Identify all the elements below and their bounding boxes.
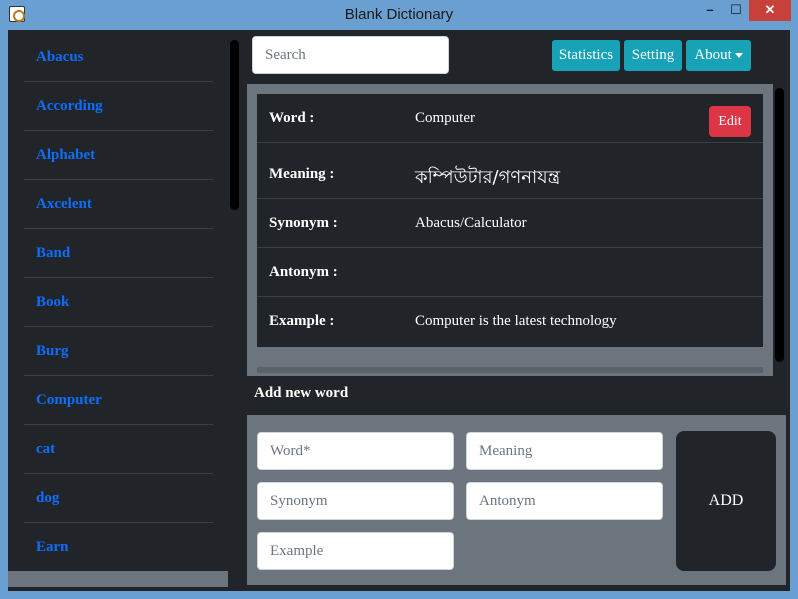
word-link[interactable]: According	[36, 98, 103, 114]
row-label: Example :	[269, 313, 335, 329]
add-word-form: ADD	[247, 415, 786, 585]
list-item[interactable]: Book	[24, 278, 213, 327]
list-item[interactable]: Axcelent	[24, 180, 213, 229]
row-value: Abacus/Calculator	[415, 215, 527, 231]
about-label: About	[694, 47, 732, 63]
app-client-area: Abacus According Alphabet Axcelent Band …	[8, 30, 790, 591]
row-value: Computer	[415, 110, 475, 126]
word-link[interactable]: dog	[36, 490, 59, 506]
window-title: Blank Dictionary	[344, 6, 454, 23]
row-label: Synonym :	[269, 215, 338, 231]
minimize-button[interactable]: –	[697, 0, 723, 21]
sidebar-scroll-thumb[interactable]	[230, 40, 239, 210]
word-list: Abacus According Alphabet Axcelent Band …	[24, 33, 213, 572]
word-detail-table: Word : Computer Edit Meaning : কম্পিউটার…	[257, 94, 763, 347]
word-detail-panel: Word : Computer Edit Meaning : কম্পিউটার…	[247, 84, 786, 376]
word-link[interactable]: Alphabet	[36, 147, 95, 163]
example-field[interactable]	[257, 532, 454, 570]
table-row: Synonym : Abacus/Calculator	[257, 199, 763, 248]
table-row: Example : Computer is the latest technol…	[257, 297, 763, 346]
word-link[interactable]: Book	[36, 294, 69, 310]
word-link[interactable]: Computer	[36, 392, 102, 408]
row-value: Computer is the latest technology	[415, 313, 617, 329]
list-item[interactable]: Band	[24, 229, 213, 278]
title-bar: Blank Dictionary – ☐ ✕	[0, 0, 798, 30]
edit-button[interactable]: Edit	[709, 106, 751, 137]
maximize-button[interactable]: ☐	[723, 0, 749, 21]
detail-scrollbar[interactable]	[773, 84, 786, 376]
setting-button[interactable]: Setting	[624, 40, 682, 71]
list-item[interactable]: Alphabet	[24, 131, 213, 180]
row-value: কম্পিউটার/গণনাযন্ত্র	[415, 167, 561, 188]
sidebar-scrollbar[interactable]	[228, 32, 240, 577]
caret-down-icon	[734, 53, 743, 59]
table-row: Meaning : কম্পিউটার/গণনাযন্ত্র	[257, 150, 763, 199]
table-row: Antonym :	[257, 248, 763, 297]
word-link[interactable]: Band	[36, 245, 70, 261]
detail-scroll-thumb[interactable]	[775, 88, 784, 362]
meaning-field[interactable]	[466, 432, 663, 470]
about-dropdown-button[interactable]: About	[686, 40, 751, 71]
word-link[interactable]: Burg	[36, 343, 69, 359]
antonym-field[interactable]	[466, 482, 663, 520]
list-item[interactable]: dog	[24, 474, 213, 523]
row-label: Word :	[269, 110, 315, 126]
add-word-heading: Add new word	[254, 385, 349, 401]
word-link[interactable]: cat	[36, 441, 55, 457]
sidebar-horizontal-scrollbar[interactable]	[8, 571, 228, 587]
detail-divider	[257, 367, 763, 373]
table-row: Word : Computer Edit	[257, 94, 763, 143]
search-input[interactable]	[252, 36, 449, 74]
list-item[interactable]: cat	[24, 425, 213, 474]
list-item[interactable]: Burg	[24, 327, 213, 376]
word-link[interactable]: Earn	[36, 539, 69, 555]
row-label: Meaning :	[269, 166, 335, 182]
list-item[interactable]: Abacus	[24, 33, 213, 82]
statistics-button[interactable]: Statistics	[552, 40, 620, 71]
list-item[interactable]: Computer	[24, 376, 213, 425]
list-item[interactable]: Earn	[24, 523, 213, 572]
add-button[interactable]: ADD	[676, 431, 776, 571]
close-button[interactable]: ✕	[749, 0, 791, 21]
word-list-sidebar: Abacus According Alphabet Axcelent Band …	[8, 30, 240, 591]
list-item[interactable]: According	[24, 82, 213, 131]
word-field[interactable]	[257, 432, 454, 470]
synonym-field[interactable]	[257, 482, 454, 520]
word-link[interactable]: Axcelent	[36, 196, 92, 212]
row-label: Antonym :	[269, 264, 338, 280]
word-link[interactable]: Abacus	[36, 49, 84, 65]
